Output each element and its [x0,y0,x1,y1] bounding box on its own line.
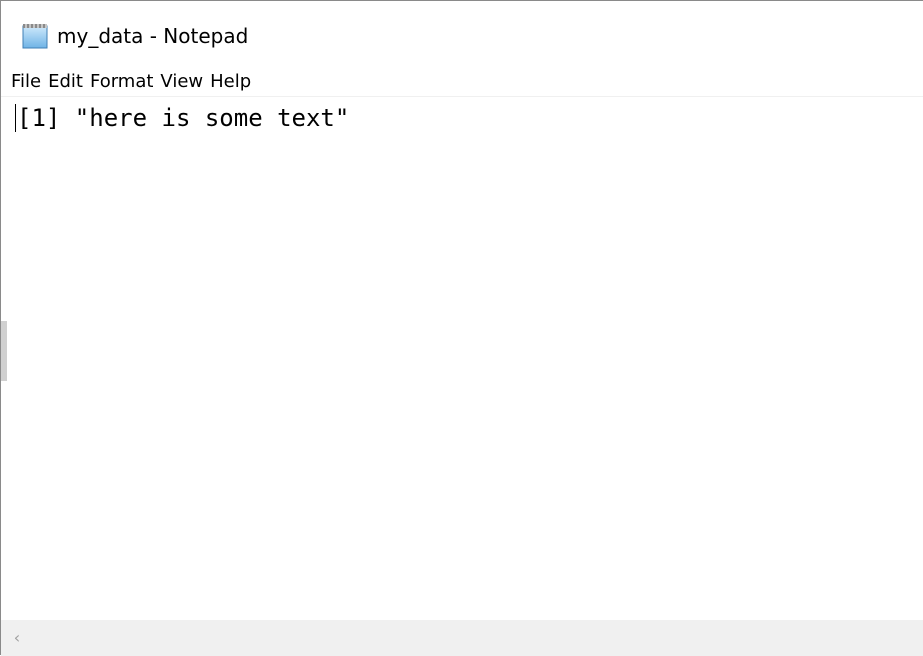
menu-view[interactable]: View [160,68,203,96]
menu-file[interactable]: File [11,68,41,96]
menu-help[interactable]: Help [210,68,251,96]
horizontal-scrollbar[interactable]: ‹ [1,620,923,656]
editor-content[interactable]: [1] "here is some text" [17,101,349,135]
chevron-left-icon[interactable]: ‹ [7,628,27,648]
text-caret [15,104,16,132]
notepad-icon [21,23,51,49]
title-bar[interactable]: my_data - Notepad [1,1,923,63]
text-editor[interactable]: [1] "here is some text" [1,98,923,620]
menu-bar: File Edit Format View Help [1,67,923,97]
notepad-window: my_data - Notepad File Edit Format View … [0,0,923,656]
menu-format[interactable]: Format [90,68,153,96]
window-edge [1,321,7,381]
window-title: my_data - Notepad [57,24,249,48]
menu-edit[interactable]: Edit [48,68,83,96]
